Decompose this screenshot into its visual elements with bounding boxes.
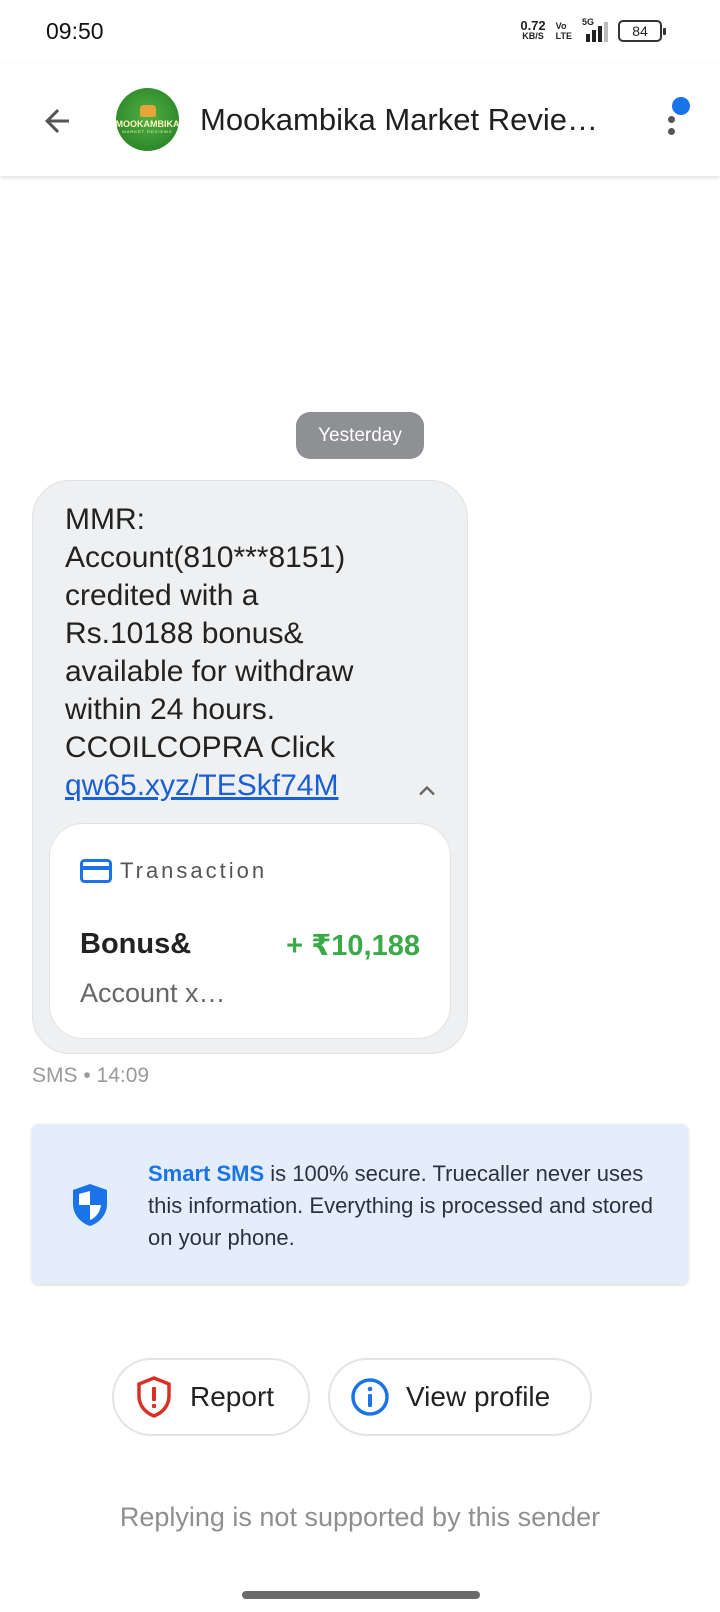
credit-card-icon xyxy=(80,859,112,883)
view-profile-button[interactable]: View profile xyxy=(328,1358,592,1436)
more-options-button[interactable] xyxy=(656,94,696,148)
shield-icon xyxy=(73,1184,107,1226)
transaction-account: Account x… xyxy=(80,978,226,1008)
report-shield-icon xyxy=(137,1376,171,1418)
smart-sms-info-card: Smart SMS is 100% secure. Truecaller nev… xyxy=(32,1124,688,1284)
message-line: Account(810***8151) xyxy=(65,541,346,574)
message-line: MMR: xyxy=(65,503,145,536)
report-label: Report xyxy=(190,1381,275,1412)
network-speed-unit: KB/S xyxy=(522,31,544,41)
volte-top-text: Vo xyxy=(555,21,567,31)
signal-bar xyxy=(598,26,602,42)
avatar-logo-text: MOOKAMBIKA xyxy=(116,119,179,129)
transaction-header: Transaction xyxy=(80,858,267,884)
more-dot-icon xyxy=(668,116,675,123)
message-line: Rs.10188 bonus& xyxy=(65,617,304,650)
more-dot-icon xyxy=(668,128,675,135)
message-line: available for withdraw xyxy=(65,655,354,688)
transaction-amount: + ₹10,188 xyxy=(286,930,420,962)
message-bubble[interactable]: MMR: Account(810***8151) credited with a… xyxy=(32,480,468,1054)
status-icons: 0.72 KB/S Vo LTE 5G 84 xyxy=(520,17,666,42)
home-indicator[interactable] xyxy=(242,1591,480,1599)
reply-not-supported-note: Replying is not supported by this sender xyxy=(119,1502,601,1532)
message-line: credited with a xyxy=(65,579,259,612)
network-type: 5G xyxy=(582,17,595,27)
transaction-title: Transaction xyxy=(120,858,268,883)
status-bar: 09:50 0.72 KB/S Vo LTE 5G 84 xyxy=(0,0,720,64)
signal-bar xyxy=(592,30,596,42)
report-button[interactable]: Report xyxy=(112,1358,310,1436)
conversation-header: MOOKAMBIKA MARKET REVIEWS Mookambika Mar… xyxy=(0,64,720,176)
info-icon xyxy=(351,1378,389,1416)
date-chip: Yesterday xyxy=(296,412,424,459)
volte-icon: Vo LTE xyxy=(556,21,572,41)
message-link[interactable]: qw65.xyz/TESkf74M xyxy=(65,769,338,802)
network-speed-value: 0.72 xyxy=(520,18,546,33)
logo-crest-icon xyxy=(139,105,156,117)
network-speed: 0.72 KB/S xyxy=(520,18,546,42)
message-line: within 24 hours. xyxy=(65,693,276,726)
signal-bar xyxy=(604,22,608,42)
message-body: MMR: Account(810***8151) credited with a… xyxy=(65,501,405,805)
info-text: Smart SMS is 100% secure. Truecaller nev… xyxy=(148,1158,658,1254)
status-time: 09:50 xyxy=(46,18,104,44)
battery-icon: 84 xyxy=(618,20,666,42)
battery-level: 84 xyxy=(632,23,648,39)
transaction-label: Bonus& xyxy=(80,928,192,960)
transaction-card[interactable]: Transaction Bonus& + ₹10,188 Account x… xyxy=(49,823,451,1039)
collapse-button[interactable] xyxy=(405,769,449,813)
contact-name[interactable]: Mookambika Market Revie… xyxy=(200,102,620,138)
signal-icon: 5G xyxy=(582,17,608,42)
message-meta: SMS • 14:09 xyxy=(32,1064,150,1087)
avatar-logo-subtext: MARKET REVIEWS xyxy=(122,129,173,134)
chevron-up-icon xyxy=(419,785,435,796)
signal-bar xyxy=(586,34,590,42)
sender-avatar[interactable]: MOOKAMBIKA MARKET REVIEWS xyxy=(116,88,179,151)
smart-sms-brand: Smart SMS xyxy=(148,1161,265,1186)
back-button[interactable] xyxy=(30,94,84,148)
view-profile-label: View profile xyxy=(406,1381,551,1412)
message-line: CCOILCOPRA Click xyxy=(65,731,336,764)
notification-dot-icon xyxy=(672,97,690,115)
arrow-left-icon xyxy=(45,109,69,133)
volte-bottom-text: LTE xyxy=(555,31,572,41)
